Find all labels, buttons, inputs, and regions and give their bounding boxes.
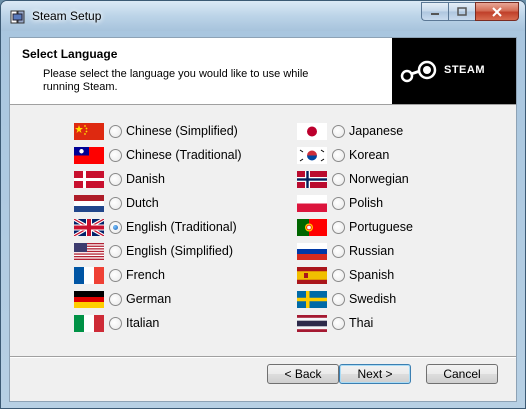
- language-option-dutch[interactable]: Dutch: [74, 192, 274, 216]
- minimize-button[interactable]: [421, 2, 448, 21]
- language-radio[interactable]: [109, 197, 122, 210]
- back-button[interactable]: < Back: [267, 364, 339, 384]
- language-option-english-traditional[interactable]: English (Traditional): [74, 216, 274, 240]
- italy-flag-icon: [74, 315, 104, 332]
- language-radio[interactable]: [109, 317, 122, 330]
- language-radio[interactable]: [332, 173, 345, 186]
- language-label[interactable]: French: [126, 268, 165, 282]
- thailand-flag-icon: [297, 315, 327, 332]
- steam-logo-icon: [400, 60, 437, 83]
- language-radio[interactable]: [332, 221, 345, 234]
- language-radio[interactable]: [332, 149, 345, 162]
- language-label[interactable]: Danish: [126, 172, 165, 186]
- installer-window: Steam Setup Select Language Please selec…: [0, 0, 526, 409]
- language-radio[interactable]: [109, 173, 122, 186]
- denmark-flag-icon: [74, 171, 104, 188]
- taiwan-flag-icon: [74, 147, 104, 164]
- language-radio[interactable]: [332, 269, 345, 282]
- minimize-icon: [431, 12, 439, 15]
- page-title: Select Language: [22, 47, 118, 61]
- portugal-flag-icon: [297, 219, 327, 236]
- language-radio[interactable]: [332, 197, 345, 210]
- spain-flag-icon: [297, 267, 327, 284]
- language-radio[interactable]: [109, 245, 122, 258]
- language-label[interactable]: Italian: [126, 316, 159, 330]
- language-list-right: Japanese Korean Norwegian Polish Portugu: [297, 120, 497, 336]
- maximize-button[interactable]: [448, 2, 475, 21]
- language-option-russian[interactable]: Russian: [297, 240, 497, 264]
- usa-flag-icon: [74, 243, 104, 260]
- language-label[interactable]: Portuguese: [349, 220, 413, 234]
- language-option-german[interactable]: German: [74, 288, 274, 312]
- language-option-chinese-traditional[interactable]: Chinese (Traditional): [74, 144, 274, 168]
- language-label[interactable]: Spanish: [349, 268, 394, 282]
- next-button[interactable]: Next >: [339, 364, 411, 384]
- language-label[interactable]: Chinese (Traditional): [126, 148, 242, 162]
- language-option-english-simplified[interactable]: English (Simplified): [74, 240, 274, 264]
- steam-logo: STEAM: [392, 38, 516, 104]
- language-radio[interactable]: [332, 245, 345, 258]
- sweden-flag-icon: [297, 291, 327, 308]
- language-option-italian[interactable]: Italian: [74, 312, 274, 336]
- language-list-left: Chinese (Simplified) Chinese (Traditiona…: [74, 120, 274, 336]
- netherlands-flag-icon: [74, 195, 104, 212]
- germany-flag-icon: [74, 291, 104, 308]
- poland-flag-icon: [297, 195, 327, 212]
- language-label[interactable]: English (Simplified): [126, 244, 233, 258]
- language-option-swedish[interactable]: Swedish: [297, 288, 497, 312]
- language-radio[interactable]: [109, 149, 122, 162]
- japan-flag-icon: [297, 123, 327, 140]
- close-button[interactable]: [475, 2, 519, 21]
- language-label[interactable]: Korean: [349, 148, 389, 162]
- korea-flag-icon: [297, 147, 327, 164]
- page-subtitle: Please select the language you would lik…: [43, 68, 309, 93]
- window-title: Steam Setup: [32, 9, 102, 23]
- language-label[interactable]: Norwegian: [349, 172, 409, 186]
- china-flag-icon: [74, 123, 104, 140]
- dialog-client-area: Select Language Please select the langua…: [9, 37, 517, 402]
- language-label[interactable]: Japanese: [349, 124, 403, 138]
- language-radio[interactable]: [109, 269, 122, 282]
- installer-app-icon: [10, 10, 25, 24]
- language-label[interactable]: Thai: [349, 316, 373, 330]
- france-flag-icon: [74, 267, 104, 284]
- language-label[interactable]: German: [126, 292, 171, 306]
- language-option-chinese-simplified[interactable]: Chinese (Simplified): [74, 120, 274, 144]
- language-option-danish[interactable]: Danish: [74, 168, 274, 192]
- maximize-icon: [457, 6, 467, 16]
- language-option-norwegian[interactable]: Norwegian: [297, 168, 497, 192]
- language-radio[interactable]: [332, 317, 345, 330]
- language-label[interactable]: English (Traditional): [126, 220, 237, 234]
- language-option-polish[interactable]: Polish: [297, 192, 497, 216]
- close-icon: [492, 6, 502, 17]
- title-bar[interactable]: Steam Setup: [1, 1, 525, 31]
- language-radio-selected[interactable]: [109, 221, 122, 234]
- language-label[interactable]: Chinese (Simplified): [126, 124, 238, 138]
- language-label[interactable]: Russian: [349, 244, 394, 258]
- language-option-japanese[interactable]: Japanese: [297, 120, 497, 144]
- norway-flag-icon: [297, 171, 327, 188]
- language-option-french[interactable]: French: [74, 264, 274, 288]
- language-radio[interactable]: [109, 293, 122, 306]
- language-radio[interactable]: [332, 125, 345, 138]
- language-option-thai[interactable]: Thai: [297, 312, 497, 336]
- caption-buttons: [421, 2, 519, 21]
- wizard-header: Select Language Please select the langua…: [10, 38, 516, 105]
- cancel-button[interactable]: Cancel: [426, 364, 498, 384]
- steam-logo-text: STEAM: [444, 64, 485, 76]
- uk-flag-icon: [74, 219, 104, 236]
- language-option-korean[interactable]: Korean: [297, 144, 497, 168]
- language-label[interactable]: Swedish: [349, 292, 396, 306]
- russia-flag-icon: [297, 243, 327, 260]
- language-label[interactable]: Dutch: [126, 196, 159, 210]
- language-label[interactable]: Polish: [349, 196, 383, 210]
- language-option-portuguese[interactable]: Portuguese: [297, 216, 497, 240]
- language-option-spanish[interactable]: Spanish: [297, 264, 497, 288]
- footer-divider: [10, 356, 516, 358]
- language-radio[interactable]: [332, 293, 345, 306]
- language-radio[interactable]: [109, 125, 122, 138]
